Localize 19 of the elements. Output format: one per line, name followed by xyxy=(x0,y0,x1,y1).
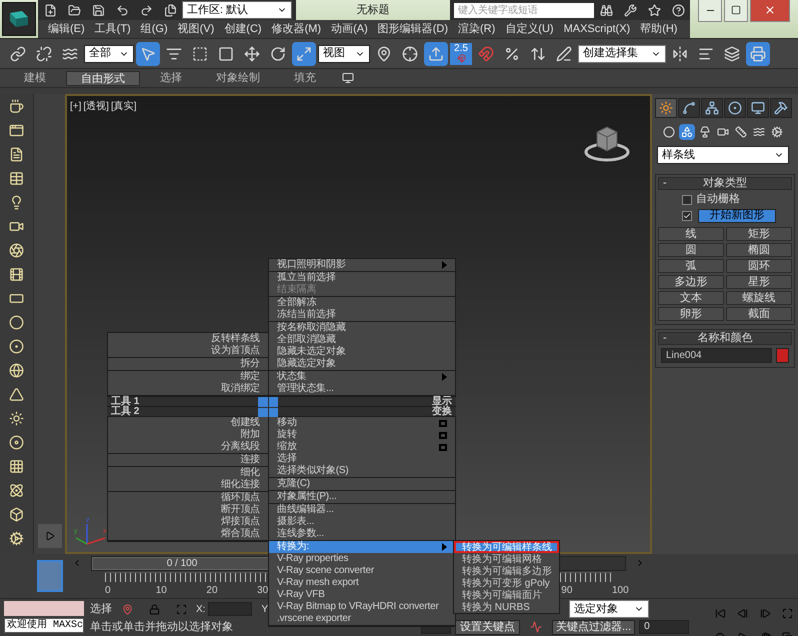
tick-label: 10 xyxy=(156,584,167,598)
collapse-sign: - xyxy=(663,176,668,192)
header-label: 工具 2 xyxy=(111,407,140,416)
header-label: 变换 xyxy=(432,407,452,416)
selection-label: 选择 xyxy=(90,602,112,617)
header-label: 显示 xyxy=(432,397,452,406)
collapse-sign: - xyxy=(663,331,668,346)
tick-label: 100 xyxy=(612,584,629,598)
rollout-title: 名称和颜色 xyxy=(696,330,754,346)
tick-label: 90 xyxy=(561,584,572,598)
tick-label: 30 xyxy=(257,584,268,598)
checkbox-label: 自动栅格 xyxy=(696,192,740,208)
prompt-text: 单击或单击并拖动以选择对象 xyxy=(90,620,233,635)
x-label: X: xyxy=(196,602,206,616)
header-label: 工具 1 xyxy=(111,397,140,406)
rollout-title: 对象类型 xyxy=(702,176,748,192)
tick-label: 0 xyxy=(105,584,111,598)
window-title: 无标题 xyxy=(356,2,390,18)
tick-label: 20 xyxy=(206,584,218,598)
